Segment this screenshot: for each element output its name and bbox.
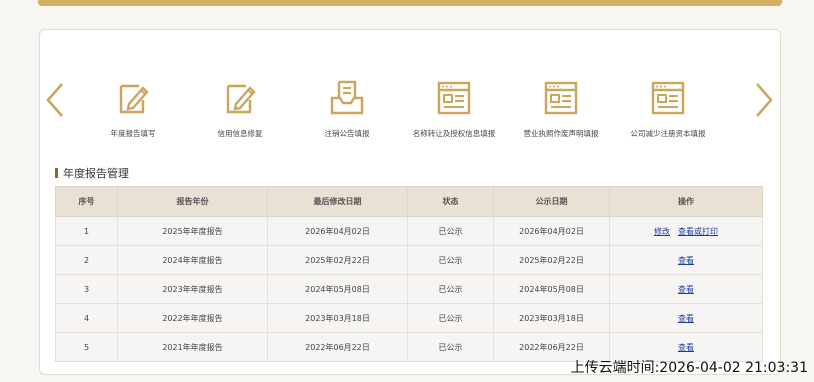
cell-year: 2025年年度报告 (117, 216, 268, 246)
service-label: 信用信息修复 (217, 129, 263, 138)
carousel-prev-button[interactable] (44, 80, 66, 120)
cell-modified: 2022年06月22日 (267, 332, 408, 362)
cell-no: 4 (55, 303, 118, 333)
section-title-text: 年度报告管理 (63, 167, 129, 180)
annual-report-table: 序号 报告年份 最后修改日期 状态 公示日期 操作 1 2025年年度报告 2026… (55, 186, 763, 362)
section-title-marker (55, 168, 58, 178)
pencil-doc-icon (113, 78, 153, 118)
table-row: 4 2022年年度报告 2023年03月18日 已公示 2023年03月18日 查看 (55, 303, 763, 333)
cell-modified: 2025年02月22日 (267, 245, 408, 275)
service-label: 年度报告填写 (110, 129, 156, 138)
view-link[interactable]: 查看 (678, 343, 694, 352)
view-link[interactable]: 查看 (678, 314, 694, 323)
service-label: 公司减少注册资本填报 (630, 129, 706, 138)
service-item-1[interactable]: 年度报告填写 (78, 78, 188, 139)
top-accent-bar (38, 0, 782, 6)
service-item-3[interactable]: 注销公告填报 (292, 78, 402, 139)
view-link[interactable]: 查看 (678, 285, 694, 294)
cell-modified: 2026年04月02日 (267, 216, 408, 246)
cell-actions: 修改 查看或打印 (609, 216, 763, 246)
chevron-left-icon (46, 83, 63, 117)
cell-year: 2022年年度报告 (117, 303, 268, 333)
upload-timestamp: 上传云端时间:2026-04-02 21:03:31 (570, 360, 808, 376)
carousel-next-button[interactable] (753, 80, 775, 120)
service-item-4[interactable]: 名称转让及授权信息填报 (399, 78, 509, 139)
cell-actions: 查看 (609, 245, 763, 275)
col-header-year: 报告年份 (117, 186, 268, 217)
service-label: 营业执照作废声明填报 (523, 129, 599, 138)
form-window-icon (434, 78, 474, 118)
cell-year: 2021年年度报告 (117, 332, 268, 362)
cell-no: 2 (55, 245, 118, 275)
cell-status: 已公示 (407, 216, 494, 246)
col-header-published: 公示日期 (493, 186, 610, 217)
col-header-actions: 操作 (609, 186, 763, 217)
service-label: 名称转让及授权信息填报 (412, 129, 496, 138)
col-header-modified: 最后修改日期 (267, 186, 408, 217)
cell-no: 3 (55, 274, 118, 304)
cell-published: 2026年04月02日 (493, 216, 610, 246)
service-item-6[interactable]: 公司减少注册资本填报 (613, 78, 723, 139)
service-label: 注销公告填报 (324, 129, 370, 138)
cell-actions: 查看 (609, 274, 763, 304)
cell-status: 已公示 (407, 303, 494, 333)
cell-published: 2023年03月18日 (493, 303, 610, 333)
service-item-5[interactable]: 营业执照作废声明填报 (506, 78, 616, 139)
form-window-icon (648, 78, 688, 118)
cell-published: 2025年02月22日 (493, 245, 610, 275)
cell-year: 2023年年度报告 (117, 274, 268, 304)
cell-year: 2024年年度报告 (117, 245, 268, 275)
cell-status: 已公示 (407, 332, 494, 362)
table-row: 3 2023年年度报告 2024年05月08日 已公示 2024年05月08日 查看 (55, 274, 763, 304)
section-title: 年度报告管理 (55, 165, 129, 181)
table-row: 2 2024年年度报告 2025年02月22日 已公示 2025年02月22日 查看 (55, 245, 763, 275)
cell-no: 5 (55, 332, 118, 362)
view-print-link[interactable]: 查看或打印 (678, 227, 718, 236)
form-window-icon (541, 78, 581, 118)
cell-published: 2024年05月08日 (493, 274, 610, 304)
col-header-status: 状态 (407, 186, 494, 217)
table-header-row: 序号 报告年份 最后修改日期 状态 公示日期 操作 (55, 186, 763, 217)
view-link[interactable]: 查看 (678, 256, 694, 265)
cell-modified: 2023年03月18日 (267, 303, 408, 333)
table-row: 1 2025年年度报告 2026年04月02日 已公示 2026年04月02日 修改 查看或… (55, 216, 763, 246)
col-header-no: 序号 (55, 186, 118, 217)
cell-status: 已公示 (407, 245, 494, 275)
cell-modified: 2024年05月08日 (267, 274, 408, 304)
cell-actions: 查看 (609, 303, 763, 333)
pencil-doc-icon (220, 78, 260, 118)
edit-link[interactable]: 修改 (654, 227, 670, 236)
chevron-right-icon (756, 83, 773, 117)
inbox-doc-icon (327, 78, 367, 118)
cell-no: 1 (55, 216, 118, 246)
service-item-2[interactable]: 信用信息修复 (185, 78, 295, 139)
cell-status: 已公示 (407, 274, 494, 304)
